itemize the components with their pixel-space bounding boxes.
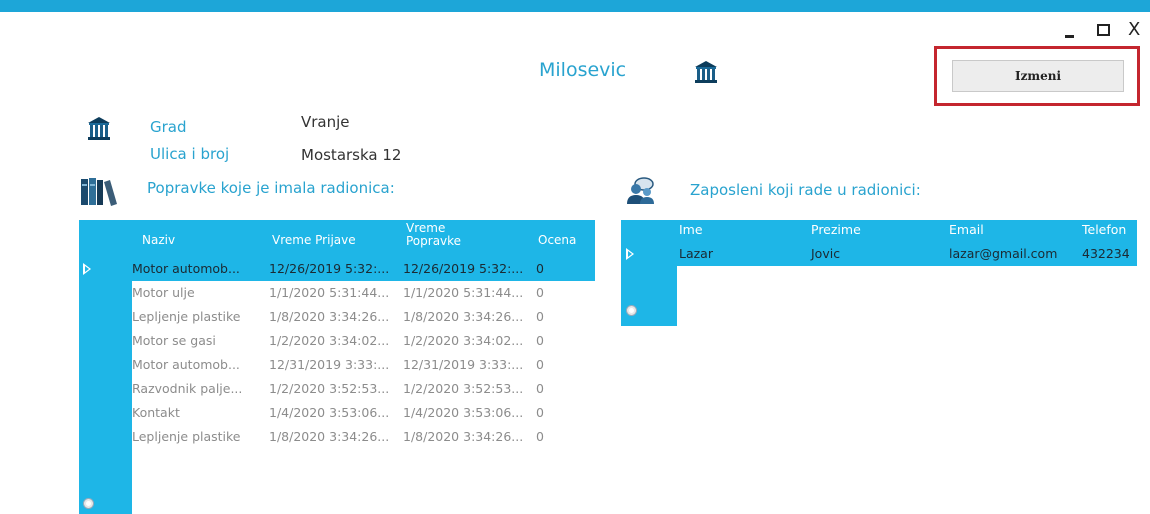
current-row-pointer-icon	[83, 263, 91, 275]
row-header-column	[79, 220, 132, 514]
edit-button[interactable]: Izmeni	[952, 60, 1124, 92]
cell-vreme-prijave: 1/4/2020 3:53:06...	[269, 405, 390, 420]
table-row[interactable]: Kontakt 1/4/2020 3:53:06... 1/4/2020 3:5…	[132, 401, 595, 425]
cell-naziv: Motor automob...	[132, 357, 240, 372]
cell-vreme-prijave: 12/31/2019 3:33:...	[269, 357, 390, 372]
cell-ocena: 0	[536, 357, 544, 372]
cell-vreme-popravke: 12/26/2019 5:32:...	[403, 261, 524, 276]
cell-ocena: 0	[536, 309, 544, 324]
city-value: Vranje	[301, 113, 350, 131]
column-header-ime[interactable]: Ime	[679, 222, 703, 237]
cell-ocena: 0	[536, 333, 544, 348]
column-header-telefon[interactable]: Telefon	[1082, 222, 1126, 237]
cell-naziv: Razvodnik palje...	[132, 381, 243, 396]
table-row[interactable]: Motor automob... 12/31/2019 3:33:... 12/…	[132, 353, 595, 377]
street-label: Ulica i broj	[150, 145, 230, 163]
cell-ocena: 0	[536, 261, 544, 276]
cell-naziv: Motor se gasi	[132, 333, 216, 348]
city-label: Grad	[150, 118, 187, 136]
table-row[interactable]: Lepljenje plastike 1/8/2020 3:34:26... 1…	[132, 305, 595, 329]
cell-telefon: 432234	[1082, 246, 1130, 261]
cell-email: lazar@gmail.com	[949, 246, 1058, 261]
column-header-email[interactable]: Email	[949, 222, 984, 237]
new-row-icon[interactable]	[627, 306, 636, 315]
people-icon	[624, 176, 658, 210]
close-button[interactable]: X	[1128, 20, 1140, 40]
employees-grid: Ime Prezime Email Telefon Lazar Jovic la…	[621, 220, 1137, 326]
cell-naziv: Motor ulje	[132, 285, 195, 300]
cell-vreme-popravke: 1/1/2020 5:31:44...	[403, 285, 524, 300]
repairs-grid: Naziv Vreme Prijave Vreme Popravke Ocena…	[79, 220, 595, 514]
cell-ocena: 0	[536, 381, 544, 396]
page-title: Milosevic	[539, 59, 627, 81]
table-row[interactable]: Lepljenje plastike 1/8/2020 3:34:26... 1…	[132, 425, 595, 449]
column-header-naziv[interactable]: Naziv	[142, 234, 175, 247]
repairs-grid-body: Motor automob... 12/26/2019 5:32:... 12/…	[132, 257, 595, 449]
minimize-button[interactable]	[1063, 20, 1079, 40]
bank-icon	[87, 116, 111, 146]
window-top-bar	[0, 0, 1150, 12]
employees-section-title: Zaposleni koji rade u radionici:	[690, 181, 921, 199]
cell-ocena: 0	[536, 429, 544, 444]
cell-ocena: 0	[536, 285, 544, 300]
table-row[interactable]: Razvodnik palje... 1/2/2020 3:52:53... 1…	[132, 377, 595, 401]
cell-prezime: Jovic	[811, 246, 841, 261]
cell-vreme-prijave: 1/2/2020 3:52:53...	[269, 381, 390, 396]
table-row[interactable]: Lazar Jovic lazar@gmail.com 432234	[677, 238, 1137, 266]
cell-vreme-prijave: 12/26/2019 5:32:...	[269, 261, 390, 276]
employees-grid-header: Ime Prezime Email Telefon	[677, 220, 1137, 238]
books-icon	[80, 176, 118, 210]
cell-naziv: Motor automob...	[132, 261, 240, 276]
cell-vreme-popravke: 1/4/2020 3:53:06...	[403, 405, 524, 420]
new-row-icon[interactable]	[84, 499, 93, 508]
column-header-vreme-popravke[interactable]: Vreme Popravke	[406, 222, 486, 248]
row-header-column	[621, 220, 677, 326]
cell-vreme-popravke: 1/8/2020 3:34:26...	[403, 309, 524, 324]
table-row[interactable]: Motor ulje 1/1/2020 5:31:44... 1/1/2020 …	[132, 281, 595, 305]
cell-naziv: Lepljenje plastike	[132, 309, 241, 324]
cell-naziv: Kontakt	[132, 405, 180, 420]
cell-vreme-prijave: 1/8/2020 3:34:26...	[269, 309, 390, 324]
table-row[interactable]: Motor automob... 12/26/2019 5:32:... 12/…	[132, 257, 595, 281]
cell-vreme-popravke: 1/2/2020 3:52:53...	[403, 381, 524, 396]
column-header-ocena[interactable]: Ocena	[538, 234, 576, 247]
cell-ocena: 0	[536, 405, 544, 420]
cell-vreme-popravke: 12/31/2019 3:33:...	[403, 357, 524, 372]
cell-vreme-prijave: 1/1/2020 5:31:44...	[269, 285, 390, 300]
maximize-button[interactable]	[1097, 24, 1110, 36]
repairs-section-title: Popravke koje je imala radionica:	[147, 179, 395, 197]
cell-vreme-prijave: 1/2/2020 3:34:02...	[269, 333, 390, 348]
cell-naziv: Lepljenje plastike	[132, 429, 241, 444]
column-header-prezime[interactable]: Prezime	[811, 222, 861, 237]
cell-vreme-popravke: 1/2/2020 3:34:02...	[403, 333, 524, 348]
current-row-pointer-icon	[626, 248, 634, 260]
table-row[interactable]: Motor se gasi 1/2/2020 3:34:02... 1/2/20…	[132, 329, 595, 353]
column-header-vreme-prijave[interactable]: Vreme Prijave	[272, 234, 356, 247]
repairs-grid-header: Naziv Vreme Prijave Vreme Popravke Ocena	[132, 220, 595, 257]
bank-icon	[694, 60, 718, 88]
cell-vreme-prijave: 1/8/2020 3:34:26...	[269, 429, 390, 444]
cell-ime: Lazar	[679, 246, 713, 261]
street-value: Mostarska 12	[301, 146, 402, 164]
cell-vreme-popravke: 1/8/2020 3:34:26...	[403, 429, 524, 444]
